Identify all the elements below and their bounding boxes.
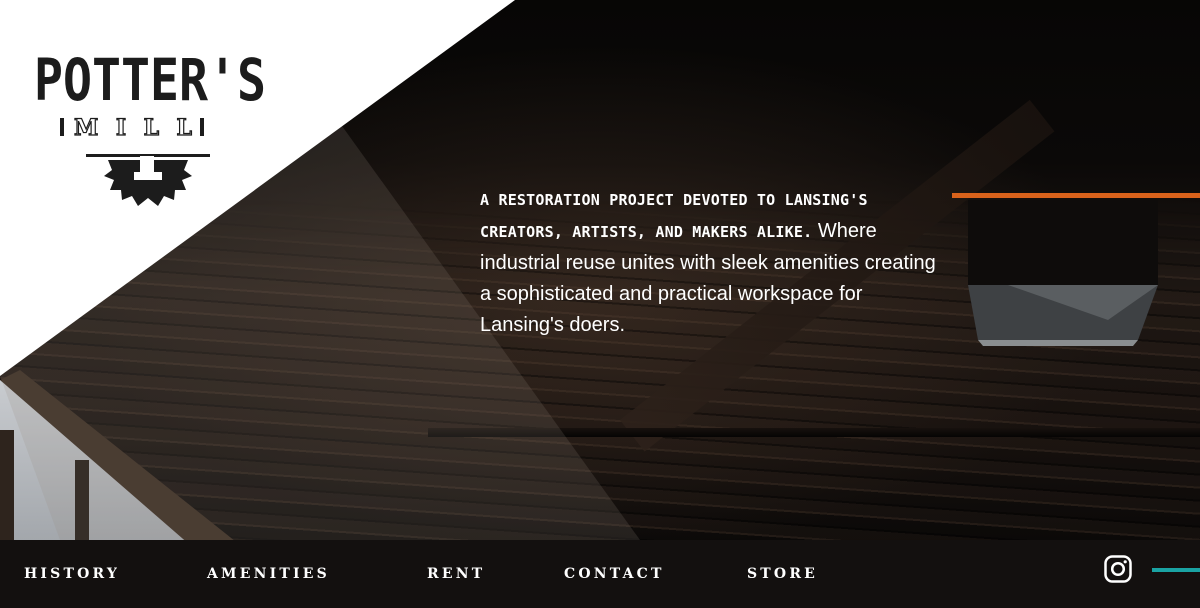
logo-wordmark-top: POTTER'S xyxy=(34,46,266,114)
logo-wordmark-bottom: MILL xyxy=(74,115,192,141)
intro-text: A restoration project devoted to Lansing… xyxy=(480,184,950,341)
nav-history[interactable]: HISTORY xyxy=(24,560,120,588)
accent-rule-teal xyxy=(1152,568,1200,572)
nav-contact[interactable]: CONTACT xyxy=(564,560,665,588)
main-nav: HISTORY AMENITIES RENT CONTACT STORE xyxy=(0,540,1200,608)
saw-blade-icon xyxy=(104,156,192,206)
nav-amenities[interactable]: AMENITIES xyxy=(207,560,330,588)
air-duct xyxy=(968,200,1158,346)
instagram-icon[interactable] xyxy=(1103,554,1133,584)
nav-store[interactable]: STORE xyxy=(747,560,818,588)
potters-mill-logo[interactable]: POTTER'S MILL xyxy=(30,38,275,213)
accent-rule-orange xyxy=(952,193,1200,198)
nav-rent[interactable]: RENT xyxy=(427,560,485,588)
intro-lead: A restoration project devoted to Lansing… xyxy=(480,191,868,241)
